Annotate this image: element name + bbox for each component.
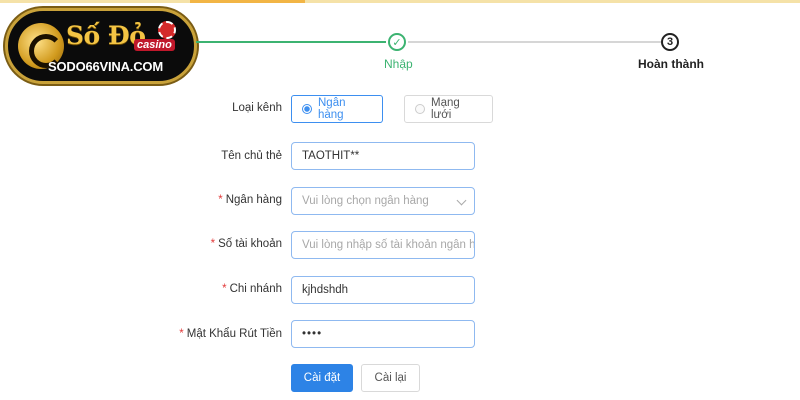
step-connector-done (196, 41, 386, 43)
branch-label: * Chi nhánh (222, 283, 282, 295)
channel-option-bank[interactable]: Ngân hàng (291, 95, 383, 123)
channel-label: Loại kênh (232, 102, 282, 114)
step-check-icon: ✓ (388, 33, 406, 51)
bank-select-placeholder: Vui lòng chọn ngân hàng (302, 195, 429, 207)
radio-unselected-icon (415, 104, 425, 114)
bank-label-text: Ngân hàng (225, 194, 282, 206)
save-button[interactable]: Cài đặt (291, 364, 353, 392)
withdraw-password-field[interactable]: •••• (291, 320, 475, 348)
password-label: * Mật Khẩu Rút Tiền (179, 328, 282, 340)
top-accent-bar (0, 0, 800, 3)
reset-button[interactable]: Cài lại (361, 364, 420, 392)
step-connector-pending (408, 41, 661, 43)
logo-url: SODO66VINA.COM (48, 59, 163, 74)
bank-label: * Ngân hàng (218, 194, 282, 206)
channel-option-bank-label: Ngân hàng (318, 97, 346, 121)
site-logo[interactable]: Số Đỏ casino SODO66VINA.COM (5, 8, 197, 84)
account-number-field[interactable]: Vui lòng nhập số tài khoản ngân hà (291, 231, 475, 259)
bank-select[interactable]: Vui lòng chọn ngân hàng (291, 187, 475, 215)
chevron-down-icon (456, 195, 467, 206)
casino-chip-icon (158, 21, 176, 39)
account-label-text: Số tài khoản (218, 238, 282, 250)
channel-option-network-label: Mạng lưới (431, 97, 460, 121)
branch-field[interactable]: kjhdshdh (291, 276, 475, 304)
password-label-text: Mật Khẩu Rút Tiền (186, 328, 282, 340)
branch-label-text: Chi nhánh (229, 283, 282, 295)
radio-selected-icon (302, 104, 312, 114)
step-number: 3 (661, 33, 679, 51)
holder-label: Tên chủ thẻ (221, 150, 282, 162)
holder-name-field[interactable]: TAOTHIT** (291, 142, 475, 170)
step-label-complete: Hoàn thành (638, 57, 704, 71)
channel-option-network[interactable]: Mạng lưới (404, 95, 493, 123)
logo-badge: casino (134, 39, 175, 51)
account-label: * Số tài khoản (210, 238, 282, 250)
step-label-input: Nhập (384, 57, 413, 71)
